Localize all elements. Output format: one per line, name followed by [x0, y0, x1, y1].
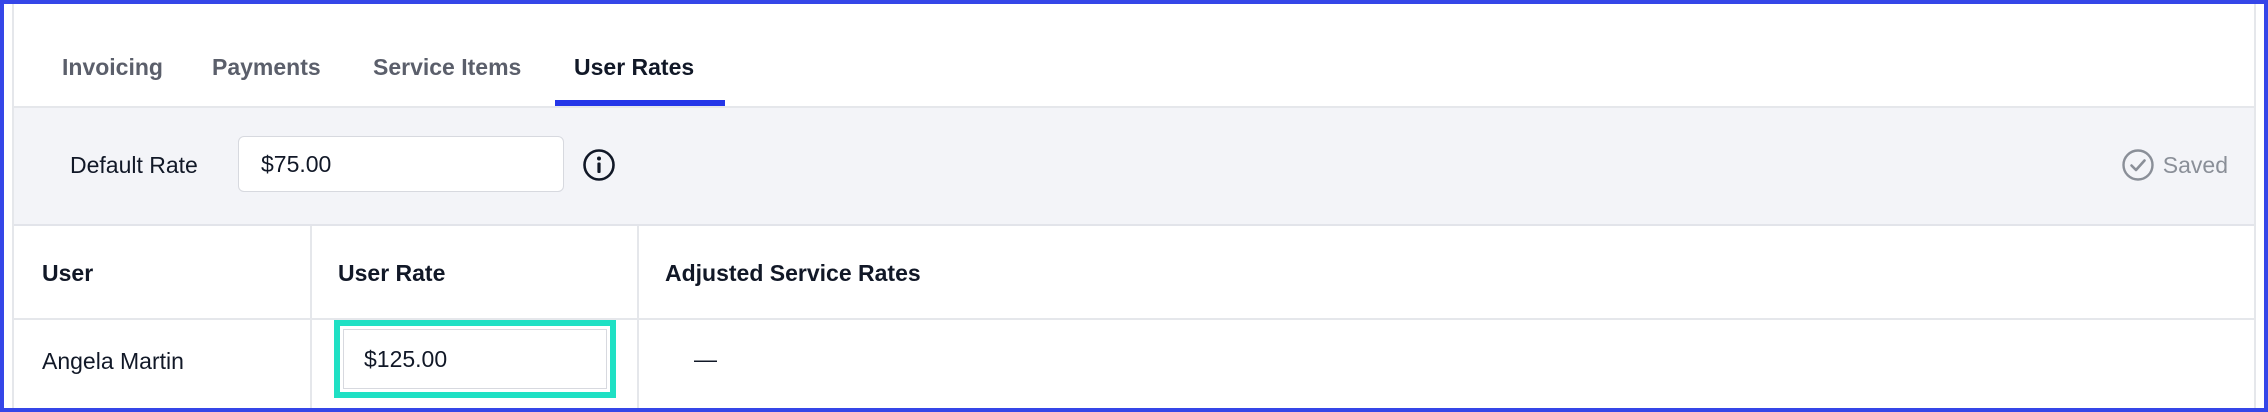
adjusted-service-rates-empty: —	[694, 346, 717, 372]
default-rate-label: Default Rate	[70, 152, 198, 178]
column-header-user: User	[42, 260, 94, 286]
user-rates-panel: Invoicing Payments Service Items User Ra…	[12, 4, 2256, 408]
save-status-text: Saved	[2162, 151, 2228, 178]
default-rate-input[interactable]: $75.00	[238, 136, 564, 192]
input-border	[343, 329, 607, 389]
info-icon[interactable]	[582, 148, 616, 182]
check-circle-icon	[2122, 149, 2154, 181]
column-header-user-rate: User Rate	[338, 260, 446, 286]
tab-service-items[interactable]: Service Items	[373, 54, 521, 81]
user-rates-table: User User Rate Adjusted Service Rates An…	[14, 226, 2254, 408]
save-status: Saved	[2121, 148, 2228, 182]
user-name: Angela Martin	[42, 348, 184, 374]
tab-user-rates[interactable]: User Rates	[574, 54, 694, 81]
user-rate-input[interactable]: $125.00	[334, 320, 616, 398]
table-row: Angela Martin $125.00 —	[14, 320, 2254, 410]
default-rate-value: $75.00	[261, 150, 332, 177]
window-frame: Invoicing Payments Service Items User Ra…	[0, 0, 2268, 412]
table-header: User User Rate Adjusted Service Rates	[14, 226, 2254, 320]
active-tab-indicator	[555, 100, 725, 106]
default-rate-bar: Default Rate $75.00 Saved	[14, 108, 2254, 226]
tab-bar: Invoicing Payments Service Items User Ra…	[14, 4, 2254, 108]
tab-payments[interactable]: Payments	[212, 54, 321, 81]
column-header-adjusted-service-rates: Adjusted Service Rates	[665, 260, 921, 286]
tab-invoicing[interactable]: Invoicing	[62, 54, 163, 81]
